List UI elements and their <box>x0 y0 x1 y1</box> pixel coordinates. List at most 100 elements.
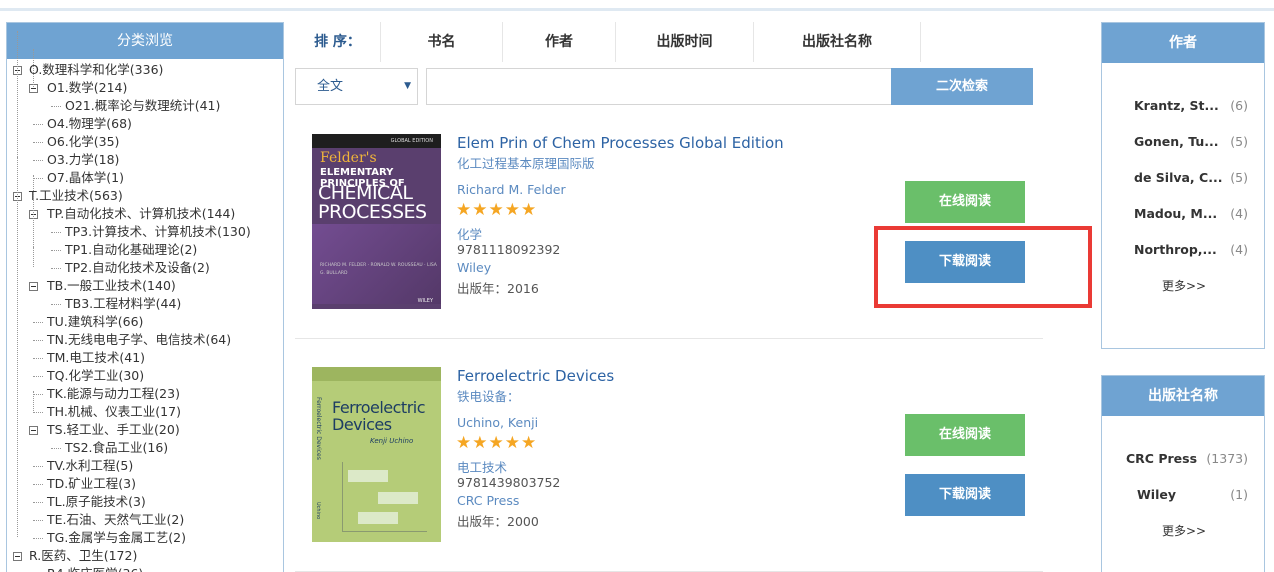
book-cover[interactable]: GLOBAL EDITION Felder's ELEMENTARY PRINC… <box>312 134 441 309</box>
cover-illustration <box>342 462 427 532</box>
download-read-button[interactable]: 下载阅读 <box>905 474 1025 516</box>
category-item[interactable]: TP3.计算技术、计算机技术(130) <box>7 223 283 241</box>
tree-connector <box>33 124 43 125</box>
category-item[interactable]: TQ.化学工业(30) <box>7 367 283 385</box>
category-item[interactable]: O6.化学(35) <box>7 133 283 151</box>
sort-by-author[interactable]: 作者 <box>502 22 615 62</box>
author-facet-item[interactable]: Krantz, St... (6) <box>1102 97 1266 115</box>
category-label: TB.一般工业技术(140) <box>47 278 176 293</box>
category-item[interactable]: TP.自动化技术、计算机技术(144) <box>7 205 283 223</box>
category-item[interactable]: TD.矿业工程(3) <box>7 475 283 493</box>
category-label: TN.无线电电子学、电信技术(64) <box>47 332 232 347</box>
read-online-button[interactable]: 在线阅读 <box>905 181 1025 223</box>
category-item[interactable]: O1.数学(214) <box>7 79 283 97</box>
category-item[interactable]: O4.物理学(68) <box>7 115 283 133</box>
category-item[interactable]: TE.石油、天然气工业(2) <box>7 511 283 529</box>
cover-publisher: WILEY <box>417 298 433 304</box>
category-label: O6.化学(35) <box>47 134 120 149</box>
category-item[interactable]: O3.力学(18) <box>7 151 283 169</box>
book-category-link[interactable]: 电工技术 <box>457 457 507 476</box>
category-item[interactable]: TM.电工技术(41) <box>7 349 283 367</box>
book-isbn: 9781118092392 <box>457 242 561 257</box>
category-item[interactable]: O21.概率论与数理统计(41) <box>7 97 283 115</box>
book-publisher-link[interactable]: Wiley <box>457 260 491 275</box>
category-item[interactable]: TS.轻工业、手工业(20) <box>7 421 283 439</box>
publisher-more-link[interactable]: 更多>> <box>1102 522 1266 539</box>
book-publisher-link[interactable]: CRC Press <box>457 493 519 508</box>
publisher-facet-count: (1) <box>1230 487 1248 502</box>
sort-by-publish-date[interactable]: 出版时间 <box>615 22 753 62</box>
tree-guide-line <box>33 391 34 411</box>
category-label: TH.机械、仪表工业(17) <box>47 404 181 419</box>
category-label: TE.石油、天然气工业(2) <box>47 512 185 527</box>
search-scope-value: 全文 <box>317 79 344 94</box>
category-label: TP1.自动化基础理论(2) <box>65 242 198 257</box>
read-online-button[interactable]: 在线阅读 <box>905 414 1025 456</box>
publisher-facet-name: CRC Press <box>1126 451 1198 466</box>
collapse-toggle-icon[interactable] <box>13 552 22 561</box>
rating-stars: ★★★★★ <box>456 200 538 220</box>
category-item[interactable]: R.医药、卫生(172) <box>7 547 283 565</box>
book-author-link[interactable]: Uchino, Kenji <box>457 415 538 430</box>
category-item[interactable]: TB3.工程材料学(44) <box>7 295 283 313</box>
tree-connector <box>51 106 61 107</box>
category-item[interactable]: TL.原子能技术(3) <box>7 493 283 511</box>
book-author-link[interactable]: Richard M. Felder <box>457 182 566 197</box>
search-scope-select[interactable]: 全文 ▼ <box>295 68 418 105</box>
category-item[interactable]: TK.能源与动力工程(23) <box>7 385 283 403</box>
top-divider <box>0 8 1274 11</box>
category-panel-title: 分类浏览 <box>7 23 283 59</box>
book-cover[interactable]: Ferroelectric Devices Ferroelectric Devi… <box>312 367 441 542</box>
cover-author: Kenji Uchino <box>370 437 414 445</box>
category-label: TS2.食品工业(16) <box>65 440 169 455</box>
category-label: TP2.自动化技术及设备(2) <box>65 260 210 275</box>
author-facet-item[interactable]: Northrop,... (4) <box>1102 241 1266 259</box>
tree-connector <box>33 502 43 503</box>
category-item[interactable]: TB.一般工业技术(140) <box>7 277 283 295</box>
book-title-link[interactable]: Elem Prin of Chem Processes Global Editi… <box>457 134 784 152</box>
sort-by-title[interactable]: 书名 <box>380 22 502 62</box>
tree-connector <box>51 250 61 251</box>
author-facet-item[interactable]: Madou, M... (4) <box>1102 205 1266 223</box>
category-item[interactable]: TG.金属学与金属工艺(2) <box>7 529 283 547</box>
publisher-facet-item[interactable]: Wiley (1) <box>1102 486 1266 504</box>
publisher-facet-item[interactable]: CRC Press (1373) <box>1102 450 1266 468</box>
cover-title-line: CHEMICAL PROCESSES <box>318 182 427 223</box>
category-item[interactable]: T.工业技术(563) <box>7 187 283 205</box>
search-input[interactable] <box>426 68 892 105</box>
category-item[interactable]: O.数理科学和化学(336) <box>7 61 283 79</box>
author-facet-title: 作者 <box>1102 23 1264 63</box>
tree-connector <box>33 340 43 341</box>
tree-connector <box>33 412 43 413</box>
category-label: R4.临床医学(36) <box>47 565 143 572</box>
author-facet-item[interactable]: de Silva, C... (5) <box>1102 169 1266 187</box>
tree-connector <box>33 322 43 323</box>
author-facet-count: (5) <box>1230 170 1248 185</box>
tree-connector <box>51 304 61 305</box>
cover-spine-text: Ferroelectric Devices <box>315 397 322 460</box>
category-label: TK.能源与动力工程(23) <box>47 386 180 401</box>
book-subtitle: 铁电设备： <box>457 389 520 404</box>
category-item[interactable]: TP2.自动化技术及设备(2) <box>7 259 283 277</box>
collapse-toggle-icon[interactable] <box>29 282 38 291</box>
author-facet-item[interactable]: Gonen, Tu... (5) <box>1102 133 1266 151</box>
category-label: TL.原子能技术(3) <box>47 494 146 509</box>
refine-search-button[interactable]: 二次检索 <box>891 68 1033 105</box>
book-category-link[interactable]: 化学 <box>457 224 482 243</box>
author-more-link[interactable]: 更多>> <box>1102 277 1266 294</box>
category-item[interactable]: TS2.食品工业(16) <box>7 439 283 457</box>
sort-by-publisher[interactable]: 出版社名称 <box>753 22 921 62</box>
collapse-toggle-icon[interactable] <box>29 426 38 435</box>
category-item[interactable]: R4.临床医学(36) <box>7 565 283 572</box>
book-title-link[interactable]: Ferroelectric Devices <box>457 367 614 385</box>
tree-guide-line <box>17 31 18 159</box>
category-item[interactable]: TP1.自动化基础理论(2) <box>7 241 283 259</box>
category-item[interactable]: O7.晶体学(1) <box>7 169 283 187</box>
author-facet-count: (4) <box>1230 242 1248 257</box>
cover-edition: GLOBAL EDITION <box>312 134 441 148</box>
category-item[interactable]: TH.机械、仪表工业(17) <box>7 403 283 421</box>
category-item[interactable]: TV.水利工程(5) <box>7 457 283 475</box>
category-item[interactable]: TN.无线电电子学、电信技术(64) <box>7 331 283 349</box>
cover-authors: RICHARD M. FELDER · RONALD W. ROUSSEAU ·… <box>320 263 437 276</box>
category-item[interactable]: TU.建筑科学(66) <box>7 313 283 331</box>
